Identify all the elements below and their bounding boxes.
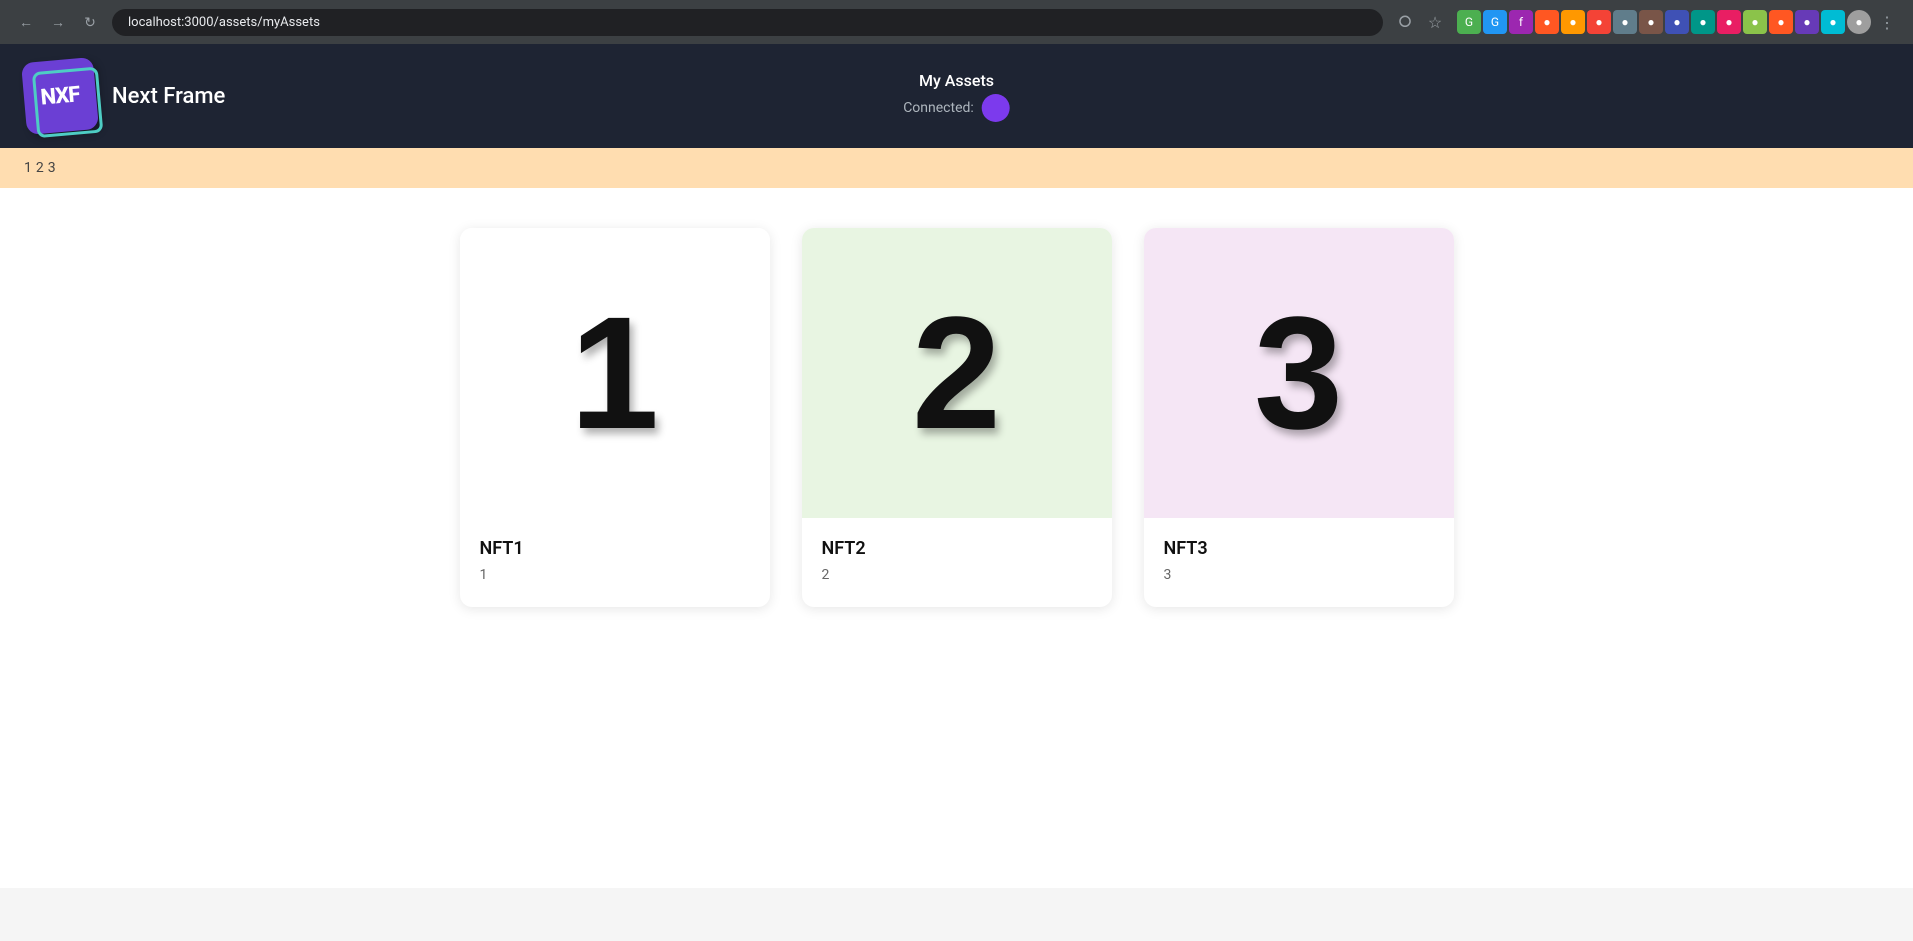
- nft-name-1: NFT1: [480, 538, 750, 559]
- user-avatar[interactable]: ●: [1847, 10, 1871, 34]
- share-icon[interactable]: ⭘: [1391, 8, 1419, 36]
- nft-card-1[interactable]: 1 NFT1 1: [460, 228, 770, 607]
- ext-4[interactable]: ●: [1535, 10, 1559, 34]
- logo-container: NXF Next Frame: [24, 60, 225, 132]
- nft-name-3: NFT3: [1164, 538, 1434, 559]
- logo-text: NXF: [40, 82, 81, 110]
- nft-grid: 1 NFT1 1 2 NFT2 2 3 NFT3 3: [160, 228, 1753, 607]
- ext-10[interactable]: ●: [1691, 10, 1715, 34]
- ext-6[interactable]: ●: [1587, 10, 1611, 34]
- app-title: Next Frame: [112, 84, 225, 109]
- ext-7[interactable]: ●: [1613, 10, 1637, 34]
- nav-buttons: ← → ↻: [12, 8, 104, 36]
- ext-5[interactable]: ●: [1561, 10, 1585, 34]
- back-button[interactable]: ←: [12, 8, 40, 36]
- address-bar[interactable]: localhost:3000/assets/myAssets: [112, 9, 1383, 36]
- ext-11[interactable]: ●: [1717, 10, 1741, 34]
- nft-name-2: NFT2: [822, 538, 1092, 559]
- extension-icons: G G f ● ● ● ● ● ● ● ● ● ● ● ● ● ⋮: [1457, 8, 1901, 36]
- connected-row: Connected:: [903, 94, 1010, 122]
- app-header: NXF Next Frame My Assets Connected:: [0, 44, 1913, 148]
- url-text: localhost:3000/assets/myAssets: [128, 15, 320, 30]
- forward-button[interactable]: →: [44, 8, 72, 36]
- breadcrumb-3[interactable]: 3: [48, 160, 56, 176]
- nft-id-2: 2: [822, 567, 1092, 583]
- nft-image-1: 1: [460, 228, 770, 518]
- reload-button[interactable]: ↻: [76, 8, 104, 36]
- page-title: My Assets: [903, 71, 1010, 90]
- bookmark-icon[interactable]: ☆: [1421, 8, 1449, 36]
- logo-box: NXF: [21, 57, 99, 135]
- nft-number-2: 2: [912, 293, 1001, 453]
- header-center: My Assets Connected:: [903, 71, 1010, 122]
- ext-15[interactable]: ●: [1821, 10, 1845, 34]
- nft-number-3: 3: [1254, 293, 1343, 453]
- ext-9[interactable]: ●: [1665, 10, 1689, 34]
- nft-card-2[interactable]: 2 NFT2 2: [802, 228, 1112, 607]
- main-content: 1 NFT1 1 2 NFT2 2 3 NFT3 3: [0, 188, 1913, 888]
- connected-dot: [982, 94, 1010, 122]
- ext-13[interactable]: ●: [1769, 10, 1793, 34]
- ext-14[interactable]: ●: [1795, 10, 1819, 34]
- ext-12[interactable]: ●: [1743, 10, 1767, 34]
- ext-1[interactable]: G: [1457, 10, 1481, 34]
- nft-image-2: 2: [802, 228, 1112, 518]
- ext-8[interactable]: ●: [1639, 10, 1663, 34]
- nft-number-1: 1: [570, 293, 659, 453]
- ext-3[interactable]: f: [1509, 10, 1533, 34]
- nft-info-1: NFT1 1: [460, 518, 770, 607]
- nft-image-3: 3: [1144, 228, 1454, 518]
- breadcrumb-1[interactable]: 1: [24, 160, 32, 176]
- nft-id-1: 1: [480, 567, 750, 583]
- browser-actions: ⭘ ☆: [1391, 8, 1449, 36]
- breadcrumb-2[interactable]: 2: [36, 160, 44, 176]
- breadcrumb-bar: 1 2 3: [0, 148, 1913, 188]
- ext-2[interactable]: G: [1483, 10, 1507, 34]
- connected-label: Connected:: [903, 100, 974, 116]
- browser-chrome: ← → ↻ localhost:3000/assets/myAssets ⭘ ☆…: [0, 0, 1913, 44]
- menu-icon[interactable]: ⋮: [1873, 8, 1901, 36]
- nft-info-2: NFT2 2: [802, 518, 1112, 607]
- nft-info-3: NFT3 3: [1144, 518, 1454, 607]
- nft-id-3: 3: [1164, 567, 1434, 583]
- nft-card-3[interactable]: 3 NFT3 3: [1144, 228, 1454, 607]
